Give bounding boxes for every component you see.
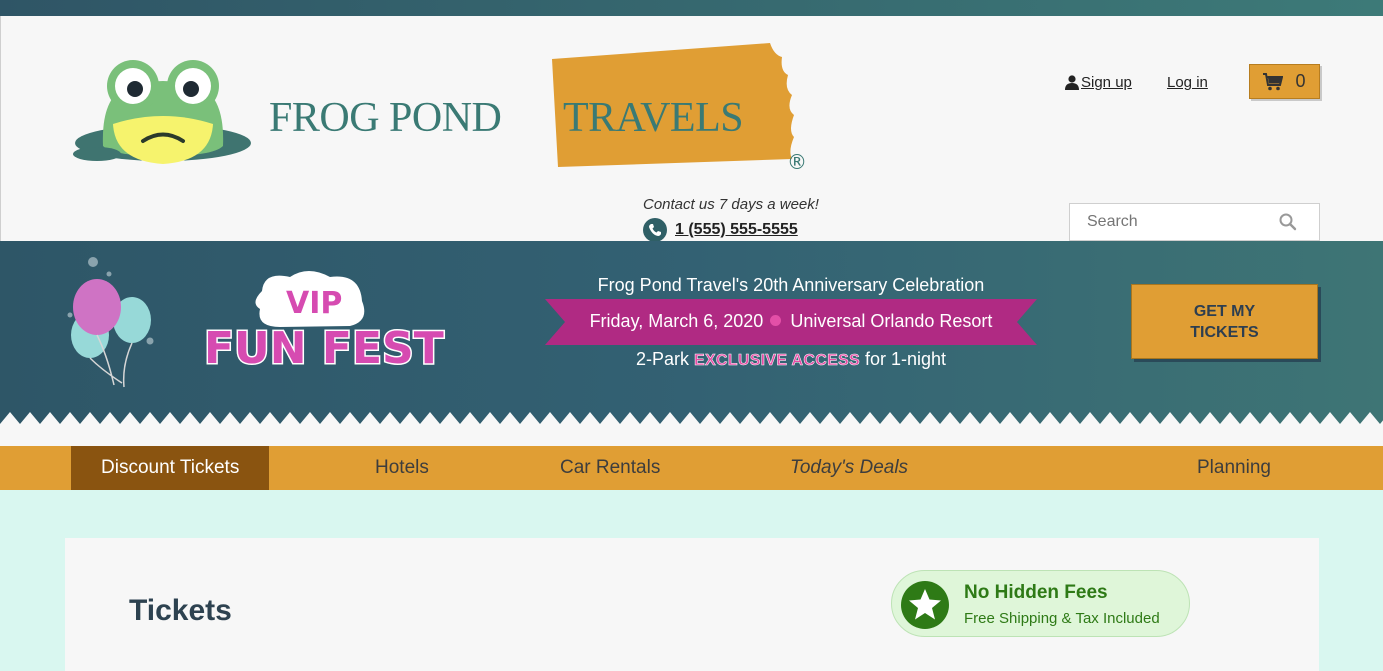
main-nav: Discount Tickets Hotels Car Rentals Toda… — [0, 446, 1383, 490]
signup-label: Sign up — [1081, 74, 1132, 91]
anniversary-text: Frog Pond Travel's 20th Anniversary Cele… — [597, 275, 985, 295]
zigzag-edge — [0, 412, 1383, 446]
event-date: Friday, March 6, 2020 — [589, 311, 764, 331]
brand-name-part1: FROG POND — [269, 95, 502, 141]
nav-item-planning[interactable]: Planning — [1197, 446, 1271, 490]
phone-number-link[interactable]: 1 (555) 555-5555 — [675, 221, 798, 239]
main-content: Tickets No Hidden Fees Free Shipping & T… — [65, 538, 1319, 671]
access-suffix: for 1-night — [865, 349, 947, 369]
fees-title: No Hidden Fees — [964, 582, 1108, 603]
funfest-label: FUN FEST — [204, 323, 444, 371]
registered-mark: ® — [787, 150, 807, 174]
vip-fun-fest-logo: VIP FUN FEST — [203, 271, 445, 371]
event-details: Friday, March 6, 2020 Universal Orlando … — [545, 311, 1037, 332]
access-text: 2-Park EXCLUSIVE ACCESS for 1-night — [546, 349, 1036, 370]
nav-item-hotels[interactable]: Hotels — [375, 446, 429, 490]
get-my-tickets-button[interactable]: GET MY TICKETS — [1131, 284, 1318, 359]
balloons-icon — [67, 257, 154, 388]
nav-item-discount-tickets[interactable]: Discount Tickets — [71, 446, 270, 490]
login-link[interactable]: Log in — [1167, 74, 1208, 91]
fees-subtitle: Free Shipping & Tax Included — [964, 610, 1160, 627]
site-header: FROG POND TRAVELS ® Contact us 7 days a … — [0, 16, 1383, 242]
nav-item-car-rentals[interactable]: Car Rentals — [560, 446, 660, 490]
access-highlight: EXCLUSIVE ACCESS — [693, 352, 860, 370]
access-prefix: 2-Park — [635, 349, 689, 369]
cta-line1: GET MY — [1193, 303, 1256, 320]
user-icon — [1065, 75, 1079, 90]
cart-count: 0 — [1295, 71, 1306, 91]
vip-label: VIP — [286, 286, 342, 321]
promo-banner: VIP FUN FEST Frog Pond Travel's 20th Ann… — [0, 241, 1383, 446]
site-logo[interactable]: FROG POND TRAVELS ® — [73, 43, 813, 191]
search-icon[interactable] — [1279, 213, 1297, 231]
separator-dot — [770, 315, 782, 326]
phone-icon — [643, 218, 667, 242]
event-venue: Universal Orlando Resort — [790, 311, 993, 331]
no-hidden-fees-badge: No Hidden Fees Free Shipping & Tax Inclu… — [891, 570, 1190, 637]
brand-name-part2: TRAVELS — [563, 95, 744, 141]
cta-line2: TICKETS — [1190, 324, 1259, 341]
cart-icon — [1263, 72, 1284, 90]
phone-contact[interactable]: 1 (555) 555-5555 — [643, 218, 798, 242]
contact-text: Contact us 7 days a week! — [643, 196, 819, 213]
page-title: Tickets — [129, 594, 232, 627]
cart-button[interactable]: 0 — [1249, 64, 1320, 99]
nav-item-todays-deals[interactable]: Today's Deals — [790, 446, 908, 490]
search-box — [1069, 203, 1320, 241]
search-input[interactable] — [1070, 204, 1270, 240]
signup-link[interactable]: Sign up — [1065, 74, 1132, 91]
top-accent-bar — [0, 0, 1383, 16]
frog-logo-icon — [73, 60, 251, 164]
star-icon — [901, 581, 949, 629]
